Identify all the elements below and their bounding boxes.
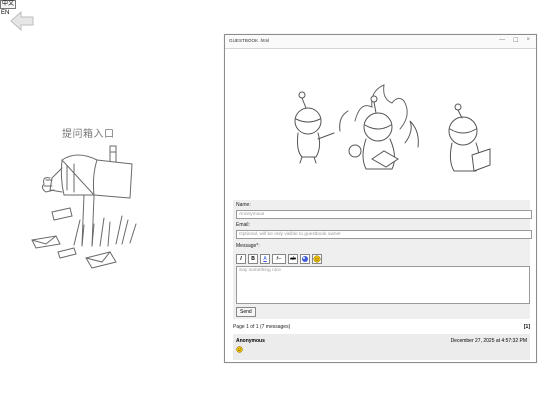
palette-icon [302, 256, 308, 262]
guestbook-form: Name: Anonymous Email: Optional, will be… [233, 200, 532, 319]
lang-zh-button[interactable]: 中文 [0, 0, 17, 9]
name-label: Name: [236, 202, 251, 208]
underline-button[interactable]: A [260, 254, 270, 264]
code-button[interactable]: f─ [272, 254, 286, 264]
guestbook-illustration [294, 84, 491, 172]
italic-button[interactable]: I [236, 254, 246, 264]
smiley-icon [236, 346, 243, 353]
email-input[interactable]: Optional, will be only visible to guestb… [236, 230, 532, 239]
message-textarea[interactable]: Say something nice [236, 266, 530, 304]
send-button[interactable]: Send [236, 307, 256, 317]
email-label: Email: [236, 222, 250, 228]
entry-author: Anonymous [236, 338, 265, 344]
message-label: Message*: [236, 243, 260, 249]
smiley-icon [313, 255, 321, 263]
close-button[interactable]: × [526, 37, 530, 44]
guestbook-window: GUESTBOOK .html — ☐ × Name: Anonymous Em… [224, 34, 537, 363]
strike-button[interactable]: ab [288, 254, 298, 264]
entry-date: December 27, 2025 at 4:57:32 PM [450, 338, 527, 344]
bold-button[interactable]: B [248, 254, 258, 264]
mailbox-illustration[interactable] [22, 140, 152, 275]
maximize-button[interactable]: ☐ [513, 37, 518, 44]
window-titlebar[interactable]: GUESTBOOK .html — ☐ × [225, 35, 536, 49]
mailbox-label: 提问箱入口 [62, 129, 115, 140]
guestbook-entry: Anonymous December 27, 2025 at 4:57:32 P… [233, 334, 530, 360]
page-link-1[interactable]: [1] [524, 324, 530, 330]
format-toolbar: I B A f─ ab [236, 254, 322, 264]
back-arrow-icon[interactable] [9, 10, 35, 32]
name-input[interactable]: Anonymous [236, 210, 532, 219]
color-button[interactable] [300, 254, 310, 264]
window-title: GUESTBOOK .html [229, 38, 270, 43]
minimize-button[interactable]: — [499, 37, 505, 44]
pagination-info: Page 1 of 1 (7 messages) [233, 324, 291, 330]
emoji-button[interactable] [312, 254, 322, 264]
